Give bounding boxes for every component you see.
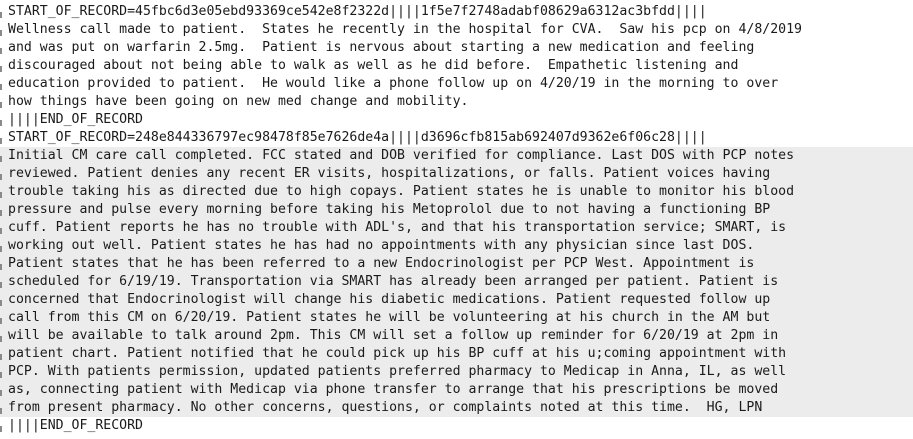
line-wrap-marker (0, 192, 2, 198)
line-wrap-marker (0, 174, 2, 180)
line-wrap-marker (0, 354, 2, 360)
editor-line[interactable]: will be available to talk around 2pm. Th… (0, 327, 913, 345)
editor-line[interactable]: ||||END_OF_RECORD (0, 417, 913, 435)
editor-line[interactable]: education provided to patient. He would … (0, 75, 913, 93)
line-wrap-marker (0, 426, 2, 432)
line-wrap-marker (0, 12, 2, 18)
line-wrap-marker (0, 102, 2, 108)
line-wrap-marker (0, 300, 2, 306)
line-wrap-marker (0, 156, 2, 162)
line-wrap-marker (0, 390, 2, 396)
editor-line[interactable]: working out well. Patient states he has … (0, 237, 913, 255)
editor-line[interactable]: and was put on warfarin 2.5mg. Patient i… (0, 39, 913, 57)
editor-line[interactable]: PCP. With patients permission, updated p… (0, 363, 913, 381)
editor-line[interactable]: reviewed. Patient denies any recent ER v… (0, 165, 913, 183)
line-wrap-marker (0, 48, 2, 54)
editor-line[interactable]: scheduled for 6/19/19. Transportation vi… (0, 273, 913, 291)
line-wrap-marker (0, 372, 2, 378)
editor-line[interactable]: START_OF_RECORD=45fbc6d3e05ebd93369ce542… (0, 3, 913, 21)
line-wrap-marker (0, 408, 2, 414)
editor-line[interactable]: Patient states that he has been referred… (0, 255, 913, 273)
line-wrap-marker (0, 282, 2, 288)
editor-line[interactable]: Wellness call made to patient. States he… (0, 21, 913, 39)
editor-line[interactable]: how things have been going on new med ch… (0, 93, 913, 111)
editor-line[interactable]: pressure and pulse every morning before … (0, 201, 913, 219)
line-wrap-marker (0, 318, 2, 324)
editor-line[interactable]: as, connecting patient with Medicap via … (0, 381, 913, 399)
editor-line[interactable]: START_OF_RECORD=248e844336797ec98478f85e… (0, 129, 913, 147)
editor-line[interactable]: Initial CM care call completed. FCC stat… (0, 147, 913, 165)
editor-line[interactable]: concerned that Endocrinologist will chan… (0, 291, 913, 309)
line-wrap-marker (0, 210, 2, 216)
line-wrap-marker (0, 246, 2, 252)
editor-line[interactable]: ||||END_OF_RECORD (0, 111, 913, 129)
text-editor[interactable]: START_OF_RECORD=45fbc6d3e05ebd93369ce542… (0, 0, 913, 439)
line-wrap-marker (0, 120, 2, 126)
editor-line[interactable]: trouble taking his as directed due to hi… (0, 183, 913, 201)
editor-line[interactable]: cuff. Patient reports he has no trouble … (0, 219, 913, 237)
line-wrap-marker (0, 264, 2, 270)
line-wrap-marker (0, 66, 2, 72)
line-wrap-marker (0, 228, 2, 234)
editor-line[interactable]: call from this CM on 6/20/19. Patient st… (0, 309, 913, 327)
editor-line[interactable]: discouraged about not being able to walk… (0, 57, 913, 75)
line-wrap-marker (0, 138, 2, 144)
editor-line[interactable]: patient chart. Patient notified that he … (0, 345, 913, 363)
line-wrap-marker (0, 30, 2, 36)
line-wrap-marker (0, 84, 2, 90)
editor-line[interactable]: from present pharmacy. No other concerns… (0, 399, 913, 417)
line-wrap-marker (0, 336, 2, 342)
